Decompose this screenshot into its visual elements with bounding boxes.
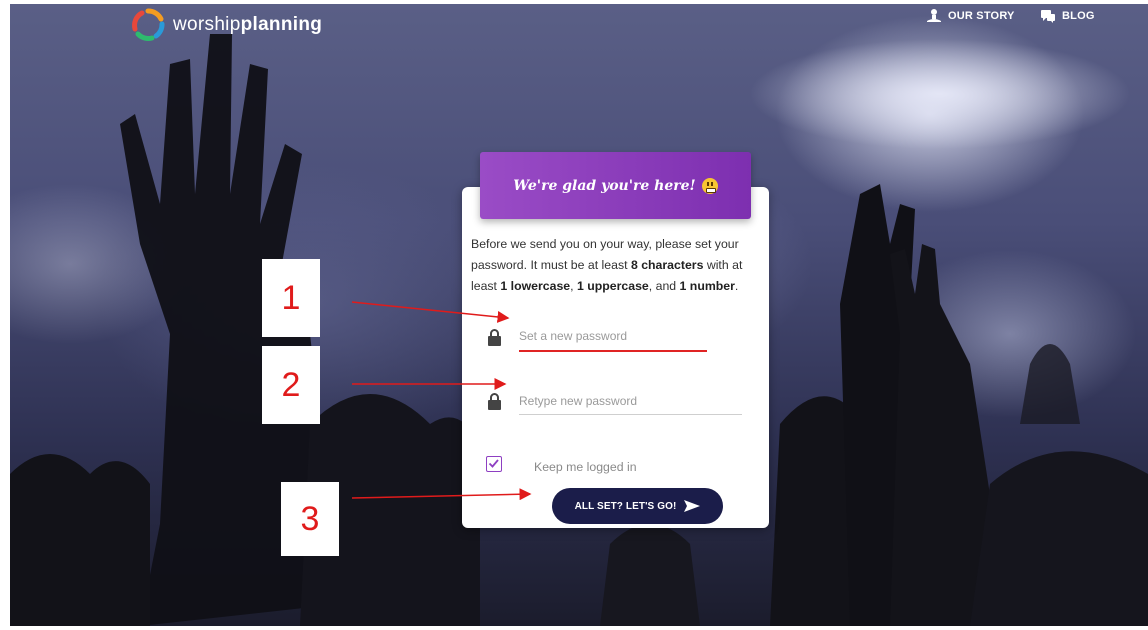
annotation-arrow-1 [351,301,510,323]
annotation-arrows [351,301,532,501]
annotation-arrow-3 [351,488,532,501]
